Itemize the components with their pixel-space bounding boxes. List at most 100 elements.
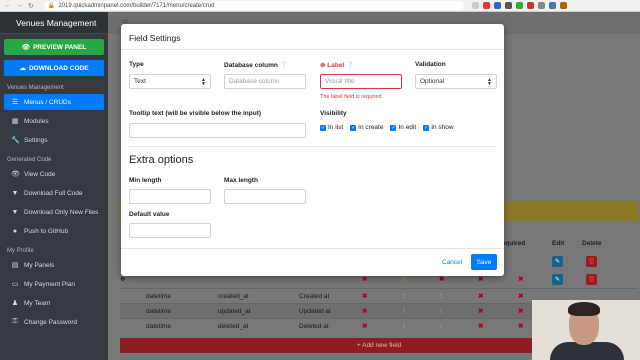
cross-icon: ✖: [518, 293, 524, 300]
edit-button[interactable]: ✎: [552, 273, 563, 285]
row-label: Created at: [299, 292, 330, 300]
sidebar-item-download-full-code[interactable]: ▼ Download Full Code: [0, 185, 108, 201]
visibility-label: Visibility: [320, 110, 347, 117]
cross-icon: ✖: [362, 323, 368, 330]
visibility-in-edit[interactable]: ✓ In edit: [390, 124, 416, 131]
label-input[interactable]: Visual title: [320, 74, 402, 89]
sidebar-item-settings[interactable]: 🔧 Settings: [0, 132, 108, 148]
sidebar-brand[interactable]: Venues Management: [0, 12, 108, 34]
cancel-button[interactable]: Cancel: [442, 259, 462, 266]
row-type: datetime: [146, 292, 171, 300]
sidebar-item-label: Settings: [24, 136, 48, 144]
extension-icon[interactable]: [548, 2, 556, 9]
grid-icon: ▦: [11, 118, 19, 125]
trash-icon: 🗑: [586, 273, 597, 285]
extension-icon[interactable]: [515, 2, 523, 9]
warning-icon: !: [440, 322, 443, 330]
checkbox-checked-icon: ✓: [350, 124, 357, 131]
sidebar-section-title: My Profile: [7, 248, 34, 254]
cross-icon: ✖: [478, 308, 484, 315]
delete-button[interactable]: 🗑: [586, 273, 597, 285]
sidebar-item-label: Download Full Code: [24, 189, 83, 197]
download-code-button[interactable]: ☁ DOWNLOAD CODE: [4, 60, 104, 76]
sidebar-item-view-code[interactable]: 👁 View Code: [0, 166, 108, 182]
extension-icon[interactable]: [482, 2, 490, 9]
presenter-hair: [568, 302, 600, 316]
type-label: Type: [129, 61, 144, 68]
sidebar-item-label: Download Only New Files: [24, 208, 99, 216]
reload-icon[interactable]: ↻: [28, 2, 34, 10]
download-code-label: DOWNLOAD CODE: [28, 64, 89, 72]
type-select[interactable]: Text ▲ ▼: [129, 74, 211, 89]
sidebar-item-push-github[interactable]: ● Push to GitHub: [0, 223, 108, 239]
default-value-input[interactable]: [129, 223, 211, 238]
cross-icon: ✖: [518, 323, 524, 330]
max-length-input[interactable]: [224, 189, 306, 204]
warning-icon: !: [403, 307, 406, 315]
forward-icon[interactable]: →: [16, 2, 23, 10]
visibility-in-show[interactable]: ✓ In show: [423, 124, 454, 131]
min-length-input[interactable]: [129, 189, 211, 204]
checkbox-checked-icon: ✓: [320, 124, 326, 131]
visibility-in-list[interactable]: ✓ In list: [320, 124, 343, 131]
sidebar-item-payment-plan[interactable]: ▭ My Payment Plan: [0, 276, 108, 292]
sidebar-item-change-password[interactable]: ⚿ Change Password: [0, 314, 108, 330]
delete-button[interactable]: 🗑: [586, 255, 597, 267]
list-icon: ☰: [11, 99, 19, 106]
visibility-option-label: In edit: [398, 124, 417, 131]
back-icon[interactable]: ←: [4, 2, 11, 10]
extension-icon[interactable]: [559, 2, 567, 9]
tooltip-input[interactable]: [129, 123, 306, 138]
sidebar-item-my-panels[interactable]: ▤ My Panels: [0, 257, 108, 273]
sidebar-item-label: My Team: [24, 299, 51, 307]
eye-icon: 👁: [11, 171, 20, 178]
extra-options-heading: Extra options: [129, 154, 194, 166]
preview-panel-button[interactable]: 👁 PREVIEW PANEL: [4, 39, 104, 55]
sidebar-item-label: View Code: [24, 170, 56, 178]
header-delete: Delete: [582, 240, 602, 247]
row-column: created_at: [218, 292, 249, 300]
warning-icon: !: [403, 322, 406, 330]
sidebar-item-menus-cruds[interactable]: ☰ Menus / CRUDs: [4, 94, 104, 110]
drag-handle-icon[interactable]: ✥: [120, 275, 125, 283]
sidebar-section-title: Generated Code: [7, 157, 52, 163]
section-divider: [129, 146, 497, 147]
warning-icon: !: [403, 275, 406, 283]
type-select-value: Text: [134, 78, 146, 85]
add-new-field-label: + Add new field: [356, 342, 402, 349]
cross-icon: ✖: [362, 276, 368, 283]
extension-icon[interactable]: [493, 2, 501, 9]
row-label: Deleted at: [299, 322, 329, 330]
extension-icon[interactable]: [526, 2, 534, 9]
extension-icon[interactable]: [537, 2, 545, 9]
help-icon[interactable]: ❔: [280, 62, 288, 69]
sidebar-item-label: Modules: [24, 117, 49, 125]
modal-title: Field Settings: [129, 33, 181, 43]
sidebar-item-download-new-files[interactable]: ▼ Download Only New Files: [0, 204, 108, 220]
warning-icon: !: [403, 292, 406, 300]
sidebar-item-label: My Payment Plan: [24, 280, 75, 288]
validation-select[interactable]: Optional ▲ ▼: [415, 74, 497, 89]
database-column-input[interactable]: Database column: [224, 74, 306, 89]
address-bar[interactable]: 🔒 2019.quickadminpanel.com/builder/7171/…: [43, 1, 464, 10]
max-length-label: Max length: [224, 177, 258, 184]
cloud-download-icon: ☁: [19, 65, 26, 72]
row-column: deleted_at: [218, 322, 249, 330]
sidebar-item-modules[interactable]: ▦ Modules: [0, 113, 108, 129]
visibility-in-create[interactable]: ✓ In create: [350, 124, 383, 131]
extension-icon[interactable]: [504, 2, 512, 9]
database-column-label: Database column ❔: [224, 61, 288, 69]
row-label: Updated at: [299, 307, 331, 315]
download-icon: ▼: [11, 208, 19, 216]
edit-button[interactable]: ✎: [552, 255, 563, 267]
browser-nav: ← → ↻: [0, 2, 34, 10]
github-icon: ●: [12, 227, 18, 235]
webcam-overlay: [532, 300, 640, 360]
sidebar-item-my-team[interactable]: ♟ My Team: [0, 295, 108, 311]
help-icon[interactable]: ❔: [346, 62, 354, 69]
save-button[interactable]: Save: [471, 254, 497, 270]
cross-icon: ✖: [362, 293, 368, 300]
cross-icon: ✖: [478, 293, 484, 300]
star-icon[interactable]: [471, 2, 479, 9]
error-icon: ⊗: [320, 62, 326, 69]
